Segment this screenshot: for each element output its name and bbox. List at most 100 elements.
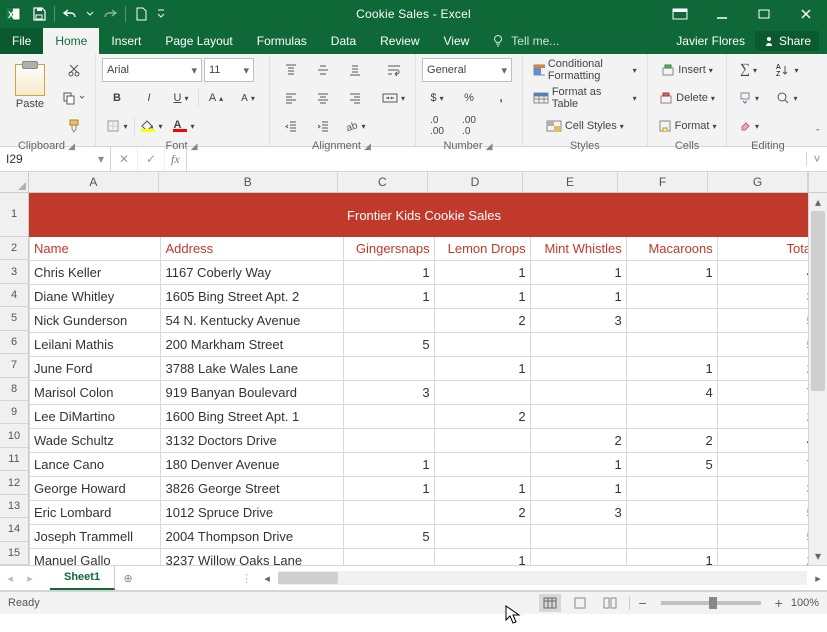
cell[interactable]	[530, 357, 626, 381]
cell[interactable]	[434, 453, 530, 477]
enter-formula-icon[interactable]: ✓	[138, 147, 165, 171]
cell[interactable]	[434, 525, 530, 549]
increase-font-button[interactable]: A▴	[201, 86, 231, 110]
clear-button[interactable]: ▾	[733, 114, 763, 138]
bold-button[interactable]: B	[102, 86, 132, 110]
cell[interactable]: Chris Keller	[30, 261, 161, 285]
cell[interactable]: 3	[717, 477, 808, 501]
save-icon[interactable]	[26, 0, 52, 28]
cell[interactable]: 2	[717, 549, 808, 566]
delete-cells-button[interactable]: Delete▾	[654, 86, 721, 110]
cell[interactable]	[626, 501, 717, 525]
cell[interactable]: 1	[434, 477, 530, 501]
cell[interactable]	[343, 405, 434, 429]
cell[interactable]: George Howard	[30, 477, 161, 501]
cell[interactable]	[434, 333, 530, 357]
row-header-13[interactable]: 13	[0, 495, 28, 518]
align-top-button[interactable]	[276, 58, 306, 82]
cell[interactable]: 4	[626, 381, 717, 405]
cells-area[interactable]: Frontier Kids Cookie Sales Name Address …	[29, 193, 808, 565]
row-header-6[interactable]: 6	[0, 331, 28, 354]
align-middle-button[interactable]	[308, 58, 338, 82]
wrap-text-button[interactable]	[378, 58, 409, 82]
find-select-button[interactable]: ▾	[771, 86, 802, 110]
cell[interactable]: 2004 Thompson Drive	[161, 525, 343, 549]
cell[interactable]: 1605 Bing Street Apt. 2	[161, 285, 343, 309]
normal-view-icon[interactable]	[539, 594, 561, 612]
excel-icon[interactable]: X	[0, 0, 26, 28]
zoom-slider[interactable]	[661, 601, 761, 605]
cell[interactable]: 2	[717, 405, 808, 429]
cell[interactable]: 2	[434, 501, 530, 525]
cell[interactable]: 1	[530, 453, 626, 477]
cell[interactable]: 1	[530, 477, 626, 501]
align-center-button[interactable]	[308, 86, 338, 110]
cell[interactable]: 1012 Spruce Drive	[161, 501, 343, 525]
header-total[interactable]: Total	[717, 237, 808, 261]
cell[interactable]: 1	[343, 285, 434, 309]
header-name[interactable]: Name	[30, 237, 161, 261]
vscroll-thumb[interactable]	[811, 211, 825, 391]
cell[interactable]: 200 Markham Street	[161, 333, 343, 357]
cell[interactable]: 1	[343, 261, 434, 285]
italic-button[interactable]: I	[134, 86, 164, 110]
cell[interactable]	[626, 309, 717, 333]
cell[interactable]: 1	[434, 285, 530, 309]
cell[interactable]: 1	[626, 357, 717, 381]
row-header-7[interactable]: 7	[0, 354, 28, 377]
cell[interactable]: 4	[717, 261, 808, 285]
user-name[interactable]: Javier Flores	[676, 34, 745, 48]
tell-me[interactable]: Tell me...	[481, 28, 569, 54]
sheet-tab-1[interactable]: Sheet1	[50, 566, 115, 590]
fx-icon[interactable]: fx	[165, 147, 187, 171]
header-lemon-drops[interactable]: Lemon Drops	[434, 237, 530, 261]
qat-customize-icon[interactable]	[154, 0, 168, 28]
cell[interactable]: 3132 Doctors Drive	[161, 429, 343, 453]
zoom-in-button[interactable]: +	[775, 595, 783, 611]
cell[interactable]: 3	[717, 285, 808, 309]
cell[interactable]: 5	[343, 333, 434, 357]
tab-data[interactable]: Data	[319, 28, 368, 54]
header-macaroons[interactable]: Macaroons	[626, 237, 717, 261]
cell-styles-button[interactable]: Cell Styles▾	[529, 114, 641, 138]
cell[interactable]: 1	[530, 285, 626, 309]
undo-dropdown-icon[interactable]	[83, 0, 97, 28]
tab-home[interactable]: Home	[43, 28, 99, 54]
cell[interactable]: 1	[434, 549, 530, 566]
align-left-button[interactable]	[276, 86, 306, 110]
tab-review[interactable]: Review	[368, 28, 431, 54]
col-header-F[interactable]: F	[618, 172, 708, 192]
cell[interactable]	[626, 525, 717, 549]
decrease-indent-button[interactable]	[276, 114, 306, 138]
cell[interactable]	[626, 405, 717, 429]
cell[interactable]: Nick Gunderson	[30, 309, 161, 333]
select-all-corner[interactable]	[0, 172, 29, 193]
cut-button[interactable]	[58, 58, 89, 82]
font-name-combo[interactable]: Arial▾	[102, 58, 202, 82]
cell[interactable]: 3788 Lake Wales Lane	[161, 357, 343, 381]
cell[interactable]: 1600 Bing Street Apt. 1	[161, 405, 343, 429]
cell[interactable]	[530, 405, 626, 429]
header-gingersnaps[interactable]: Gingersnaps	[343, 237, 434, 261]
align-bottom-button[interactable]	[340, 58, 370, 82]
cell[interactable]	[530, 549, 626, 566]
paste-button[interactable]: Paste	[6, 58, 54, 116]
cell[interactable]: June Ford	[30, 357, 161, 381]
cell[interactable]	[343, 501, 434, 525]
col-header-C[interactable]: C	[338, 172, 428, 192]
cell[interactable]: 1	[434, 261, 530, 285]
cell[interactable]: 1	[530, 261, 626, 285]
row-header-14[interactable]: 14	[0, 518, 28, 541]
col-header-E[interactable]: E	[523, 172, 618, 192]
decrease-decimal-button[interactable]: .00.0	[454, 114, 484, 138]
tab-insert[interactable]: Insert	[99, 28, 153, 54]
cell[interactable]: 1	[343, 477, 434, 501]
font-size-combo[interactable]: 11▾	[204, 58, 254, 82]
cell[interactable]: 5	[343, 525, 434, 549]
insert-cells-button[interactable]: Insert▾	[654, 58, 721, 82]
cell[interactable]: 1	[434, 357, 530, 381]
col-header-B[interactable]: B	[159, 172, 338, 192]
minimize-icon[interactable]	[701, 0, 743, 28]
cell[interactable]: 2	[434, 405, 530, 429]
undo-icon[interactable]	[57, 0, 83, 28]
